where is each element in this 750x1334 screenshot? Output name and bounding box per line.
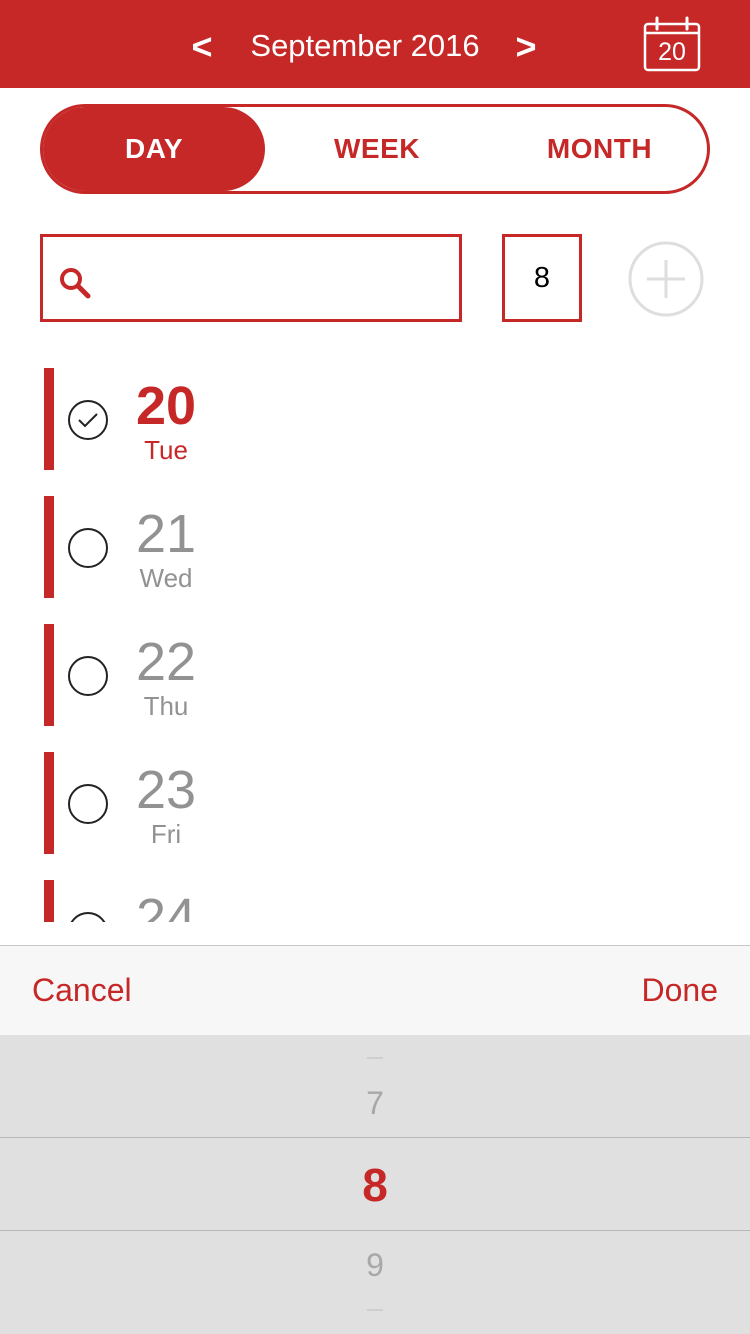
day-row[interactable]: 20 Tue <box>0 364 750 470</box>
day-number: 20 <box>135 376 197 436</box>
picker-faded-item <box>367 1057 383 1059</box>
number-picker-wheel[interactable]: 7 8 9 <box>0 1035 750 1334</box>
search-icon <box>60 268 91 299</box>
tab-day[interactable]: DAY <box>43 107 265 191</box>
search-input[interactable] <box>103 247 453 309</box>
unchecked-circle-icon[interactable] <box>67 527 109 569</box>
search-box <box>40 234 462 322</box>
today-button[interactable]: 20 <box>640 16 704 74</box>
day-number: 23 <box>135 760 197 820</box>
today-date-label: 20 <box>658 38 686 66</box>
unchecked-circle-icon[interactable] <box>67 655 109 697</box>
count-selector[interactable]: 8 <box>502 234 582 322</box>
day-accent-bar <box>44 752 54 854</box>
picker-selection-line <box>0 1230 750 1231</box>
day-list: 20 Tue 21 Wed 22 Thu 23 Fri 24 <box>0 360 750 922</box>
picker-selected-item[interactable]: 8 <box>0 1157 750 1213</box>
header-bar: < September 2016 > 20 <box>0 0 750 88</box>
day-row[interactable]: 23 Fri <box>0 748 750 854</box>
app-screen: < September 2016 > 20 DAY WEEK MONTH 8 2… <box>0 0 750 1334</box>
day-number: 24 <box>135 888 197 922</box>
day-row[interactable]: 21 Wed <box>0 492 750 598</box>
next-month-button[interactable]: > <box>506 22 546 72</box>
month-title: September 2016 <box>250 28 480 63</box>
day-accent-bar <box>44 496 54 598</box>
tab-week[interactable]: WEEK <box>265 107 489 191</box>
day-weekday: Wed <box>139 563 193 593</box>
view-mode-segmented-control: DAY WEEK MONTH <box>40 104 710 194</box>
plus-circle-icon <box>628 241 704 317</box>
add-button[interactable] <box>627 240 705 318</box>
day-weekday: Fri <box>150 819 182 849</box>
cancel-button[interactable]: Cancel <box>32 968 132 1012</box>
day-number: 22 <box>135 632 197 692</box>
picker-item[interactable]: 9 <box>0 1245 750 1285</box>
checked-circle-icon[interactable] <box>67 399 109 441</box>
day-row[interactable]: 24 <box>0 876 750 922</box>
day-number: 21 <box>135 504 197 564</box>
previous-month-button[interactable]: < <box>182 22 222 72</box>
day-row[interactable]: 22 Thu <box>0 620 750 726</box>
picker-faded-item <box>367 1309 383 1311</box>
unchecked-circle-icon[interactable] <box>67 911 109 922</box>
day-weekday: Thu <box>143 691 189 721</box>
day-accent-bar <box>44 880 54 922</box>
tab-month[interactable]: MONTH <box>489 107 707 191</box>
day-accent-bar <box>44 368 54 470</box>
day-weekday: Tue <box>144 435 188 465</box>
unchecked-circle-icon[interactable] <box>67 783 109 825</box>
picker-toolbar: Cancel Done <box>0 945 750 1035</box>
day-accent-bar <box>44 624 54 726</box>
picker-item[interactable]: 7 <box>0 1083 750 1123</box>
done-button[interactable]: Done <box>642 968 719 1012</box>
picker-selection-line <box>0 1137 750 1138</box>
